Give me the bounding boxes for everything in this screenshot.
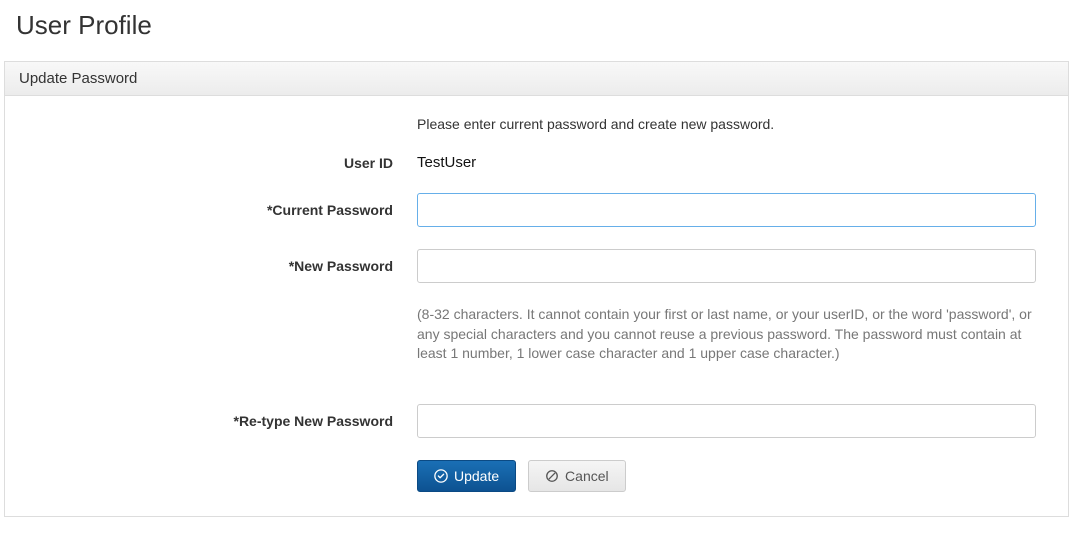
panel-header: Update Password [5, 62, 1068, 96]
cancel-button-label: Cancel [565, 468, 609, 484]
cancel-button[interactable]: Cancel [528, 460, 626, 492]
retype-password-input[interactable] [417, 404, 1036, 438]
password-help-text: (8-32 characters. It cannot contain your… [417, 305, 1036, 364]
new-password-label: *New Password [21, 258, 417, 274]
user-id-label: User ID [21, 155, 417, 171]
cancel-icon [545, 469, 559, 483]
instruction-text: Please enter current password and create… [417, 116, 774, 132]
user-id-value: TestUser [417, 154, 476, 171]
panel-body: Please enter current password and create… [5, 96, 1068, 516]
update-button-label: Update [454, 468, 499, 484]
current-password-input[interactable] [417, 193, 1036, 227]
update-button[interactable]: Update [417, 460, 516, 492]
page-title: User Profile [0, 0, 1073, 61]
check-circle-icon [434, 469, 448, 483]
current-password-label: *Current Password [21, 202, 417, 218]
update-password-panel: Update Password Please enter current pas… [4, 61, 1069, 517]
retype-password-label: *Re-type New Password [21, 413, 417, 429]
new-password-input[interactable] [417, 249, 1036, 283]
